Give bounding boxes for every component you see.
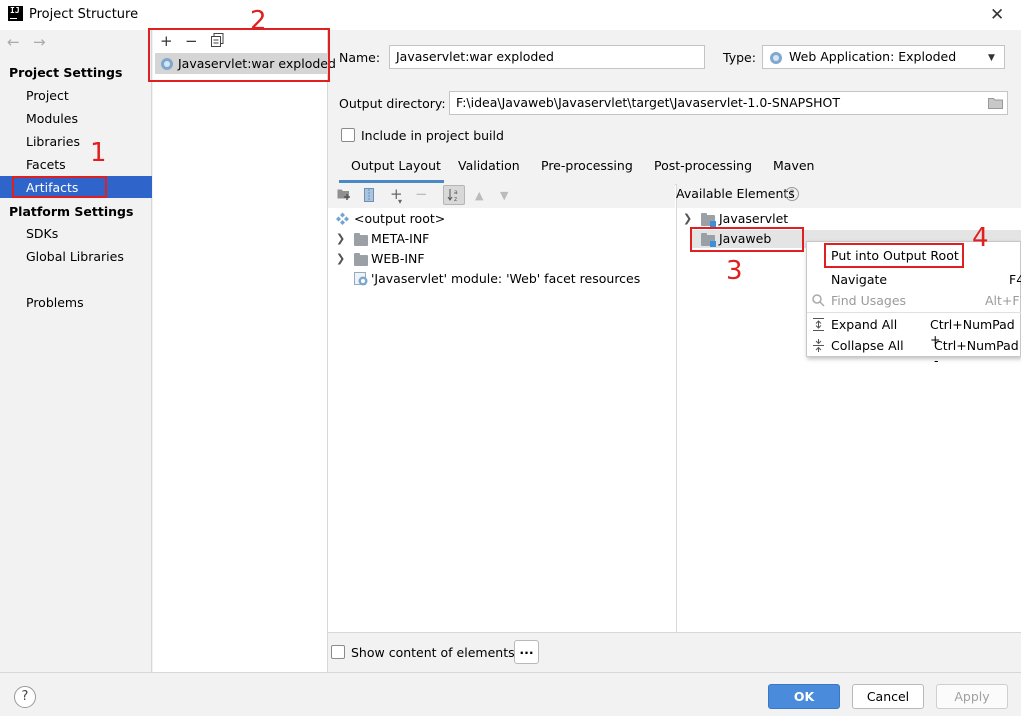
collapse-all-icon: [812, 339, 825, 355]
tab-pre-processing[interactable]: Pre-processing: [541, 158, 633, 173]
find-usages-shortcut: Alt+F7: [985, 293, 1021, 308]
folder-icon: [354, 253, 368, 266]
help-icon[interactable]: ?: [785, 187, 799, 201]
name-field[interactable]: Javaservlet:war exploded: [389, 45, 705, 69]
show-content-checkbox[interactable]: [331, 645, 345, 659]
ok-button[interactable]: OK: [768, 684, 840, 709]
type-combobox[interactable]: Web Application: Exploded: [762, 45, 1005, 69]
annotation-box-artifacts: [12, 176, 107, 198]
available-elements-label: Available Elements: [676, 186, 795, 201]
collapse-all-shortcut: Ctrl+NumPad -: [934, 338, 1019, 368]
nav-item-facets[interactable]: Facets: [26, 157, 66, 172]
type-value: Web Application: Exploded: [789, 49, 957, 64]
nav-item-sdks[interactable]: SDKs: [26, 226, 58, 241]
chevron-right-icon[interactable]: ❯: [683, 212, 692, 225]
move-down-icon[interactable]: ▼: [500, 189, 508, 202]
annotation-box-javaweb: [690, 227, 804, 252]
intellij-logo-icon: IJ: [8, 6, 23, 21]
nav-item-modules[interactable]: Modules: [26, 111, 78, 126]
archive-icon[interactable]: [364, 188, 374, 206]
tab-output-layout[interactable]: Output Layout: [351, 158, 441, 173]
annotation-box-put-into-output-root: [824, 243, 964, 268]
tab-maven[interactable]: Maven: [773, 158, 814, 173]
web-application-icon: [769, 51, 783, 68]
annotation-number-3: 3: [726, 256, 743, 286]
menu-item-navigate[interactable]: Navigate: [831, 272, 887, 287]
annotation-number-2: 2: [250, 6, 267, 36]
nav-item-problems[interactable]: Problems: [26, 295, 84, 310]
web-resources-icon: [354, 272, 368, 289]
folder-icon: [354, 233, 368, 246]
tree-item-meta-inf[interactable]: META-INF: [371, 231, 429, 246]
module-folder-icon: [701, 213, 716, 227]
artifacts-list-panel: [153, 30, 328, 672]
folder-browse-icon[interactable]: [988, 97, 1003, 112]
menu-item-collapse-all[interactable]: Collapse All: [831, 338, 904, 353]
close-icon[interactable]: ✕: [990, 5, 1004, 25]
cancel-button[interactable]: Cancel: [852, 684, 924, 709]
platform-settings-heading: Platform Settings: [9, 204, 134, 219]
nav-item-libraries[interactable]: Libraries: [26, 134, 80, 149]
title-bar: IJ Project Structure ✕: [0, 0, 1021, 30]
output-root-icon: [336, 212, 349, 228]
forward-arrow-icon[interactable]: →: [33, 33, 46, 51]
output-directory-field[interactable]: F:\idea\Javaweb\Javaservlet\target\Javas…: [449, 91, 1008, 115]
type-label: Type:: [723, 50, 756, 65]
back-arrow-icon[interactable]: ←: [7, 33, 20, 51]
settings-nav: [0, 30, 152, 672]
expand-all-icon: [812, 318, 825, 334]
navigate-shortcut: F4: [1009, 272, 1021, 287]
svg-text:z: z: [454, 196, 457, 202]
tab-post-processing[interactable]: Post-processing: [654, 158, 752, 173]
add-dropdown-chevron-icon[interactable]: ▾: [398, 197, 402, 206]
sort-elements-button[interactable]: az: [443, 185, 465, 205]
menu-separator: [807, 312, 1021, 313]
menu-item-find-usages[interactable]: Find Usages: [831, 293, 906, 308]
include-in-build-checkbox[interactable]: [341, 128, 355, 142]
new-directory-icon[interactable]: [337, 188, 351, 204]
nav-item-global-libraries[interactable]: Global Libraries: [26, 249, 124, 264]
chevron-right-icon[interactable]: ❯: [336, 252, 345, 265]
available-item-javaservlet[interactable]: Javaservlet: [719, 211, 788, 226]
active-tab-indicator: [339, 180, 444, 183]
search-icon: [812, 294, 825, 310]
chevron-down-icon[interactable]: ▼: [988, 53, 995, 63]
help-button[interactable]: ?: [14, 686, 36, 708]
chevron-right-icon[interactable]: ❯: [336, 232, 345, 245]
show-content-label: Show content of elements: [351, 645, 515, 660]
remove-element-icon[interactable]: −: [415, 185, 428, 203]
svg-text:a: a: [454, 189, 458, 196]
output-directory-label: Output directory:: [339, 96, 446, 111]
move-up-icon[interactable]: ▲: [475, 189, 483, 202]
include-in-build-label: Include in project build: [361, 128, 504, 143]
menu-item-expand-all[interactable]: Expand All: [831, 317, 897, 332]
annotation-number-1: 1: [90, 138, 107, 168]
tree-item-output-root[interactable]: <output root>: [354, 211, 445, 226]
nav-item-project[interactable]: Project: [26, 88, 69, 103]
tree-item-web-facet-resources[interactable]: 'Javaservlet' module: 'Web' facet resour…: [371, 271, 640, 286]
show-content-options-button[interactable]: ...: [514, 640, 539, 664]
tree-item-web-inf[interactable]: WEB-INF: [371, 251, 425, 266]
window-title: Project Structure: [29, 7, 139, 22]
project-settings-heading: Project Settings: [9, 65, 123, 80]
apply-button[interactable]: Apply: [936, 684, 1008, 709]
annotation-number-4: 4: [972, 223, 989, 253]
annotation-box-artifact-list: [148, 28, 330, 82]
tab-validation[interactable]: Validation: [458, 158, 520, 173]
name-label: Name:: [339, 50, 381, 65]
